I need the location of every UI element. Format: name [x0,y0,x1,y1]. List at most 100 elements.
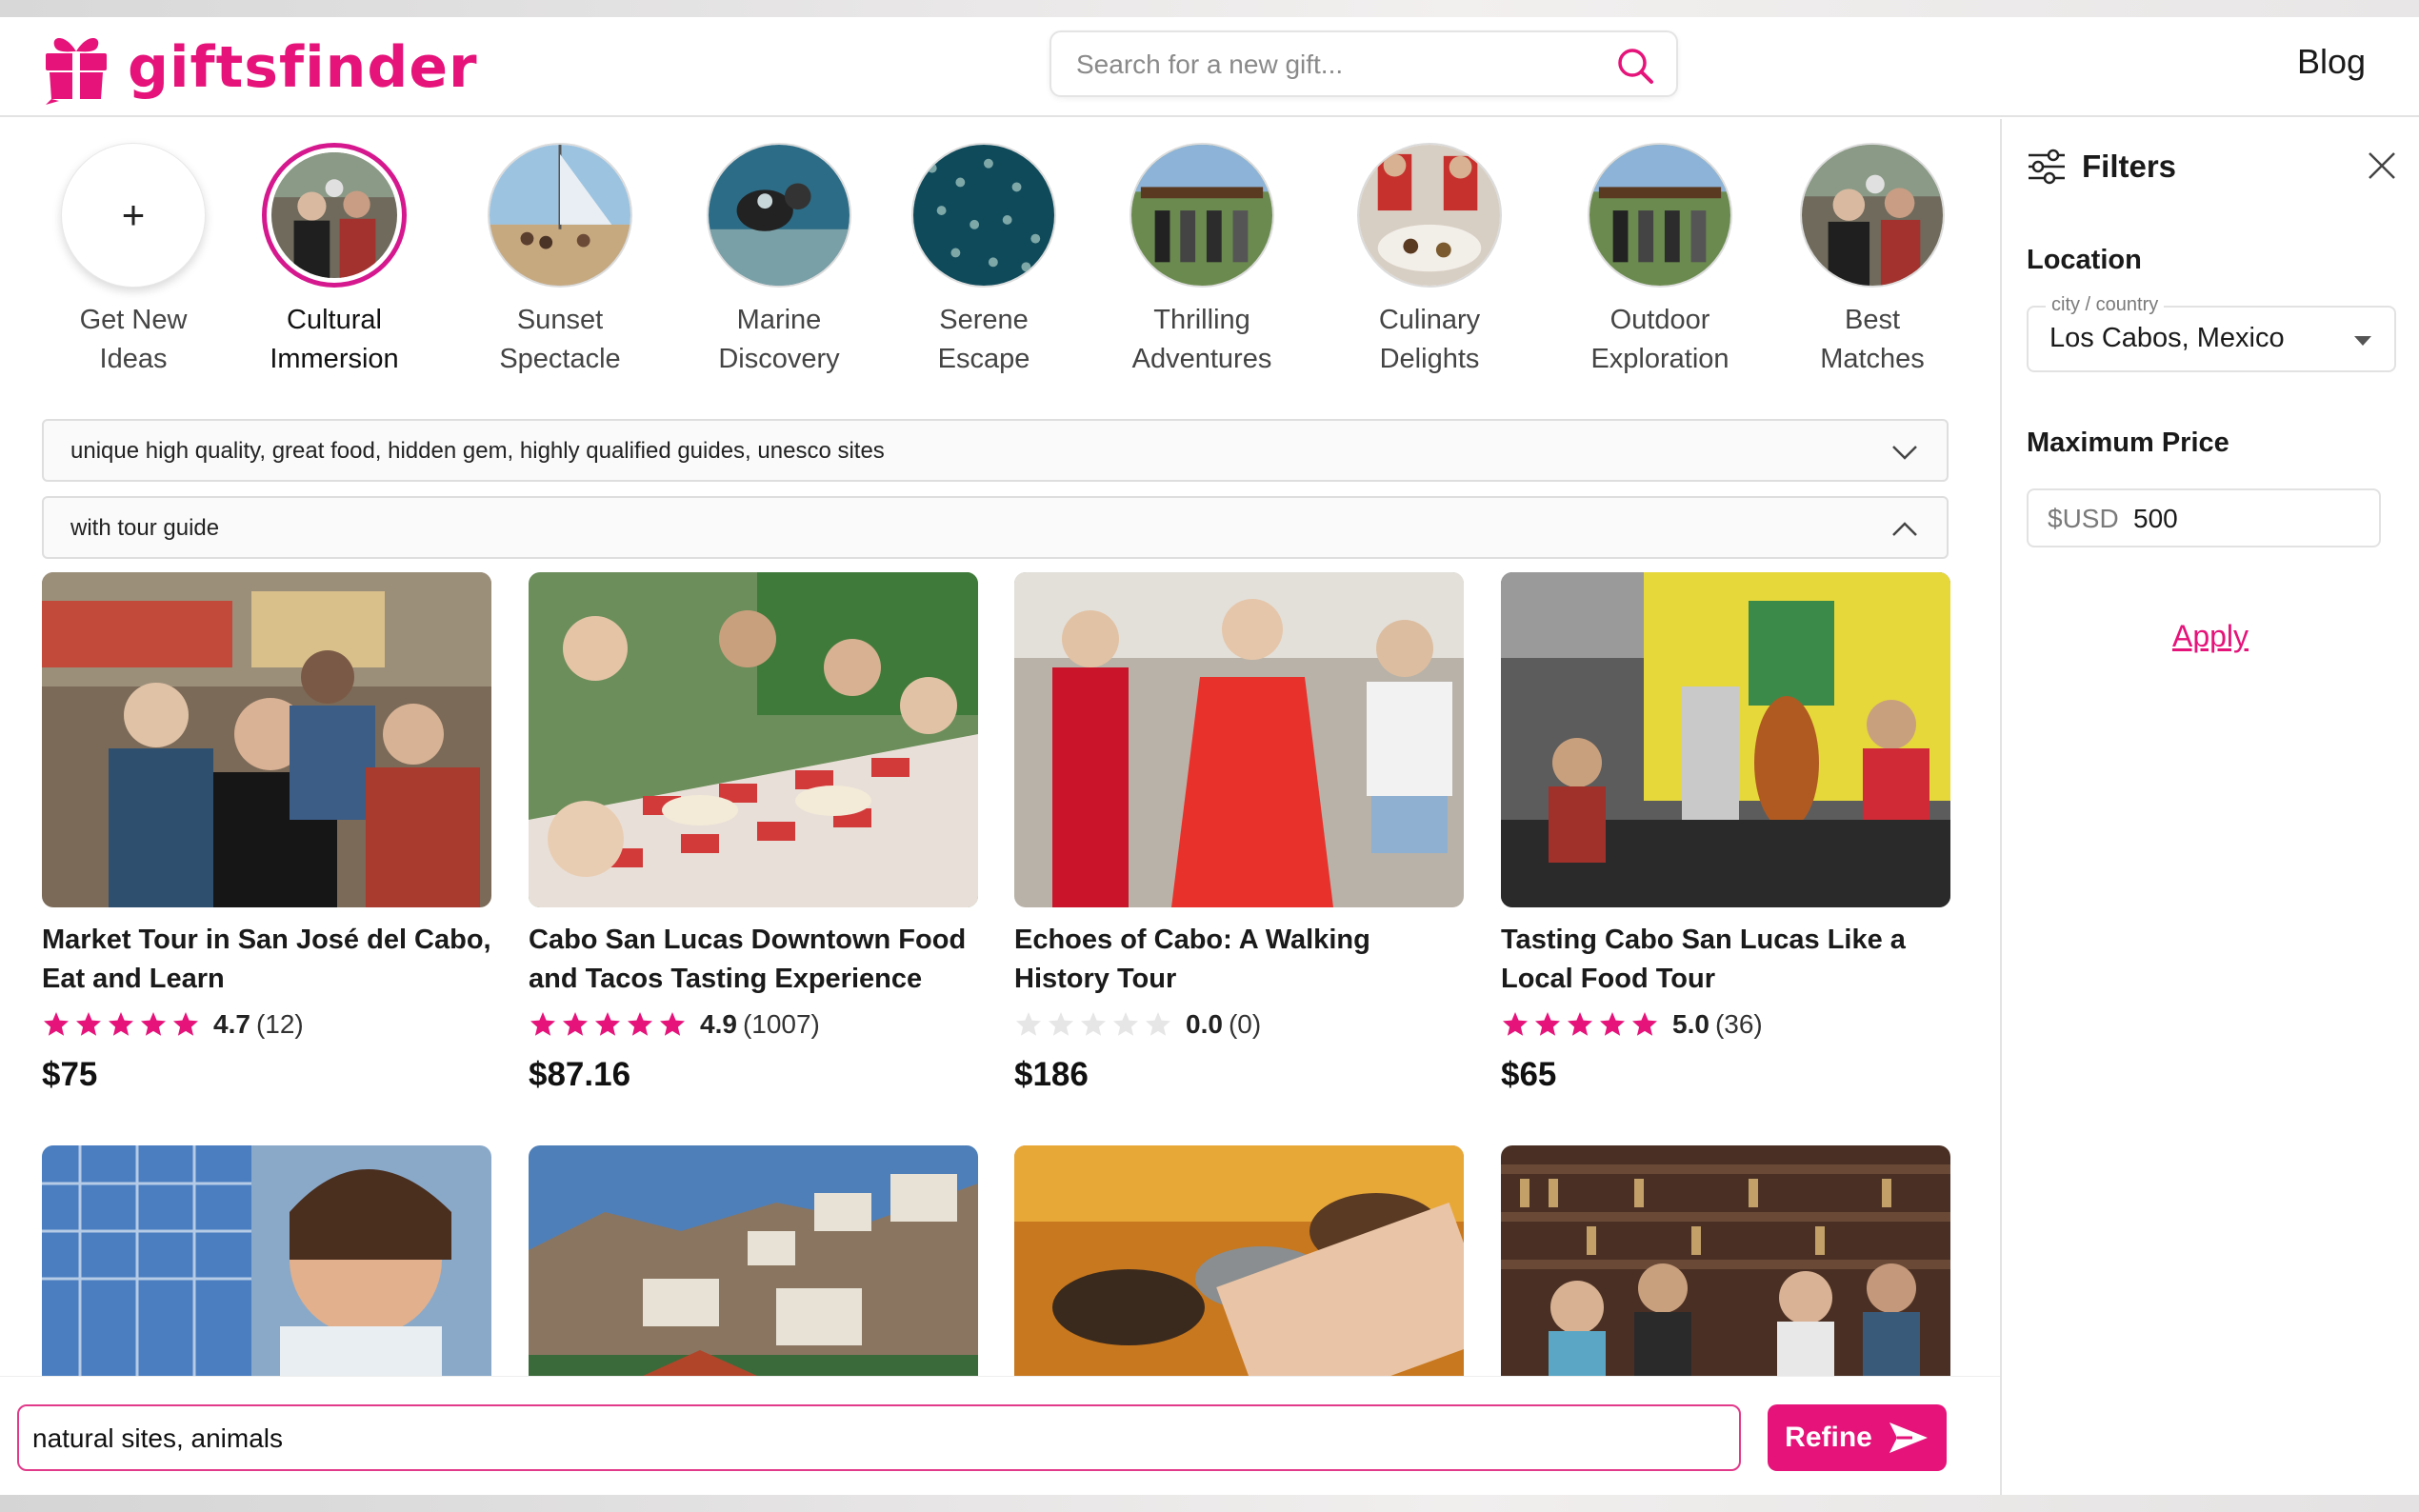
product-image[interactable] [1501,1145,1950,1376]
product-image[interactable] [42,1145,491,1376]
search-icon[interactable] [1615,46,1655,86]
star-empty-icon [1113,1012,1138,1036]
location-label: Location [2027,245,2142,275]
refinement-accordion-2[interactable]: with tour guide [42,496,1949,559]
send-icon [1889,1422,1928,1453]
blog-link[interactable]: Blog [2297,42,2366,82]
product-title[interactable]: Echoes of Cabo: A Walking History Tour [1014,921,1464,999]
product-price: $186 [1014,1056,1089,1093]
category-sunset-spectacle[interactable]: Sunset Spectacle [465,143,655,379]
refine-bar: Refine [0,1376,2000,1495]
product-card[interactable] [529,1145,978,1376]
category-label: Outdoor Exploration [1590,305,1729,374]
product-rating: 5.0 (36) [1501,1008,1950,1041]
refinement-text: unique high quality, great food, hidden … [70,438,885,464]
category-label: Culinary Delights [1378,305,1481,374]
category-thumbnail [1800,143,1945,288]
category-label: Get New Ideas [79,305,188,374]
refine-input[interactable] [32,1420,1709,1458]
refinement-accordion-1[interactable]: unique high quality, great food, hidden … [42,419,1949,482]
product-rating: 4.9 (1007) [529,1008,978,1041]
product-image[interactable] [529,572,978,907]
product-card[interactable] [1501,1145,1950,1376]
product-card[interactable] [1014,1145,1464,1376]
product-card[interactable]: Cabo San Lucas Downtown Food and Tacos T… [529,572,978,1094]
product-image[interactable] [1501,572,1950,907]
star-filled-icon [44,1012,69,1036]
category-label: Cultural Immersion [270,305,399,374]
refine-button[interactable]: Refine [1768,1404,1947,1471]
product-image[interactable] [529,1145,978,1376]
product-title[interactable]: Market Tour in San José del Cabo, Eat an… [42,921,491,999]
category-thumbnail [1357,143,1502,288]
category-label: Sunset Spectacle [499,305,621,374]
max-price-label: Maximum Price [2027,428,2229,458]
chevron-up-icon[interactable] [1889,515,1920,544]
location-value: Los Cabos, Mexico [2049,323,2285,353]
star-empty-icon [1081,1012,1106,1036]
window-bottom-edge [0,1495,2419,1512]
product-card[interactable]: Tasting Cabo San Lucas Like a Local Food… [1501,572,1950,1094]
max-price-field[interactable]: $USD 500 [2027,488,2381,547]
category-marine-discovery[interactable]: Marine Discovery [684,143,874,379]
product-image[interactable] [1014,572,1464,907]
product-image[interactable] [42,572,491,907]
star-filled-icon [1632,1012,1657,1036]
location-select[interactable]: city / country Los Cabos, Mexico [2027,294,2396,372]
review-count: (0) [1228,1009,1262,1039]
category-label: Marine Discovery [718,305,840,374]
category-label: Thrilling Adventures [1131,305,1272,374]
sliders-icon [2029,149,2065,185]
star-filled-icon [109,1012,133,1036]
star-filled-icon [595,1012,620,1036]
star-empty-icon [1049,1012,1073,1036]
star-filled-icon [1568,1012,1592,1036]
star-filled-icon [1600,1012,1625,1036]
refine-field[interactable] [17,1404,1741,1471]
site-header: giftsfinder Blog [0,17,2419,117]
star-filled-icon [628,1012,652,1036]
rating-value: 4.7 [213,1009,250,1039]
search-input[interactable] [1076,46,1590,84]
product-title[interactable]: Tasting Cabo San Lucas Like a Local Food… [1501,921,1950,999]
product-card[interactable]: Echoes of Cabo: A Walking History Tour 0… [1014,572,1464,1094]
star-filled-icon [76,1012,101,1036]
logo[interactable]: giftsfinder [42,27,478,109]
star-rating [1501,1010,1659,1039]
refinement-text: with tour guide [70,515,220,541]
category-cultural-immersion[interactable]: Cultural Immersion [239,143,430,379]
chevron-down-icon[interactable] [1889,438,1920,467]
product-price: $75 [42,1056,98,1093]
rating-value: 5.0 [1672,1009,1709,1039]
product-image[interactable] [1014,1145,1464,1376]
search-bar [1050,30,1678,97]
product-card[interactable] [42,1145,491,1376]
close-icon[interactable] [2366,149,2398,182]
category-serene-escape[interactable]: Serene Escape [889,143,1079,379]
star-filled-icon [141,1012,166,1036]
category-best-matches[interactable]: Best Matches [1777,143,1968,379]
star-rating [529,1010,687,1039]
product-rating: 0.0 (0) [1014,1008,1464,1041]
star-empty-icon [1146,1012,1170,1036]
star-filled-icon [530,1012,555,1036]
review-count: (1007) [742,1009,820,1039]
filters-title: Filters [2082,149,2177,184]
category-outdoor-exploration[interactable]: Outdoor Exploration [1565,143,1755,379]
max-price-input[interactable]: 500 [2133,504,2178,534]
product-title[interactable]: Cabo San Lucas Downtown Food and Tacos T… [529,921,978,999]
star-filled-icon [1503,1012,1528,1036]
product-price: $65 [1501,1056,1557,1093]
category-label: Best Matches [1820,305,1925,374]
category-thumbnail [488,143,632,288]
category-culinary-delights[interactable]: Culinary Delights [1334,143,1525,379]
star-rating [1014,1010,1172,1039]
category-get-new-ideas[interactable]: + Get New Ideas [38,143,229,379]
currency-label: $USD [2048,504,2119,533]
review-count: (36) [1714,1009,1763,1039]
plus-icon: + [61,143,206,288]
filters-panel: Filters Location city / country Los Cabo… [2002,119,2419,1495]
apply-link[interactable]: Apply [2002,619,2419,654]
category-thrilling-adventures[interactable]: Thrilling Adventures [1107,143,1297,379]
product-card[interactable]: Market Tour in San José del Cabo, Eat an… [42,572,491,1094]
